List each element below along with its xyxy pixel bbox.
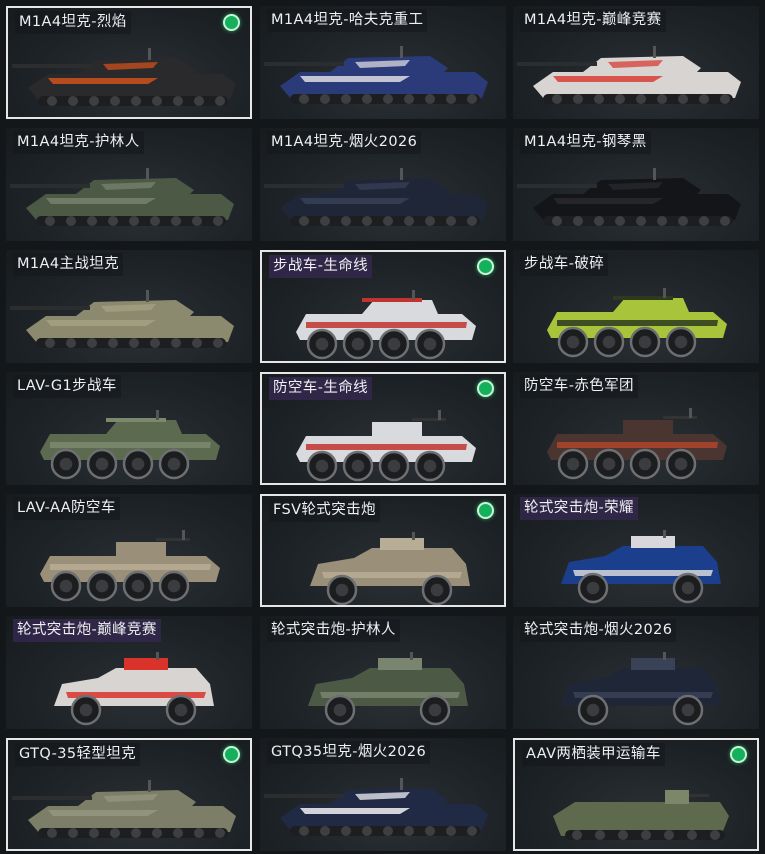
vehicle-card[interactable]: 步战车-破碎 [513,250,759,363]
vehicle-card[interactable]: M1A4坦克-巅峰竞赛 [513,6,759,119]
vehicle-image [10,168,234,226]
vehicle-image [310,532,470,605]
vehicle-card[interactable]: 轮式突击炮-护林人 [260,616,506,729]
vehicle-card[interactable]: M1A4坦克-护林人 [6,128,252,241]
vehicle-image [308,652,468,726]
vehicle-card[interactable]: LAV-AA防空车 [6,494,252,607]
vehicle-image [40,410,220,480]
vehicle-card[interactable]: M1A4坦克-钢琴黑 [513,128,759,241]
vehicle-card[interactable]: M1A4坦克-烈焰 [6,6,252,119]
vehicle-image [264,778,488,836]
vehicle-card[interactable]: FSV轮式突击炮 [260,494,506,607]
vehicle-image [12,48,236,106]
vehicle-card[interactable]: AAV两栖装甲运输车 [513,738,759,851]
vehicle-image [264,168,488,226]
vehicle-card[interactable]: 防空车-生命线 [260,372,506,485]
vehicle-card[interactable]: 轮式突击炮-烟火2026 [513,616,759,729]
vehicle-card[interactable]: GTQ-35轻型坦克 [6,738,252,851]
vehicle-card[interactable]: 轮式突击炮-荣耀 [513,494,759,607]
vehicle-image [12,780,236,838]
vehicle-image [547,288,727,358]
vehicle-image [553,790,729,840]
vehicle-card[interactable]: LAV-G1步战车 [6,372,252,485]
vehicle-image [264,46,488,104]
vehicle-card[interactable]: 防空车-赤色军团 [513,372,759,485]
vehicle-card[interactable]: GTQ35坦克-烟火2026 [260,738,506,851]
vehicle-image [296,410,476,482]
vehicle-card[interactable]: M1A4坦克-哈夫克重工 [260,6,506,119]
vehicle-card[interactable]: 步战车-生命线 [260,250,506,363]
vehicle-image [517,46,741,104]
vehicle-image [547,408,727,480]
vehicle-image [561,652,721,726]
vehicle-image [561,530,721,604]
vehicle-image [54,652,214,726]
vehicle-card[interactable]: M1A4坦克-烟火2026 [260,128,506,241]
vehicle-card[interactable]: M1A4主战坦克 [6,250,252,363]
vehicle-card[interactable]: 轮式突击炮-巅峰竞赛 [6,616,252,729]
vehicle-image [40,530,220,602]
vehicle-image [296,290,476,360]
vehicle-image [517,168,741,226]
vehicle-image [10,290,234,348]
vehicle-skin-grid: M1A4坦克-烈焰 M1A4坦克-哈夫克重工 M1A4坦克-巅峰竞赛 M1A4坦克-护… [6,6,762,853]
